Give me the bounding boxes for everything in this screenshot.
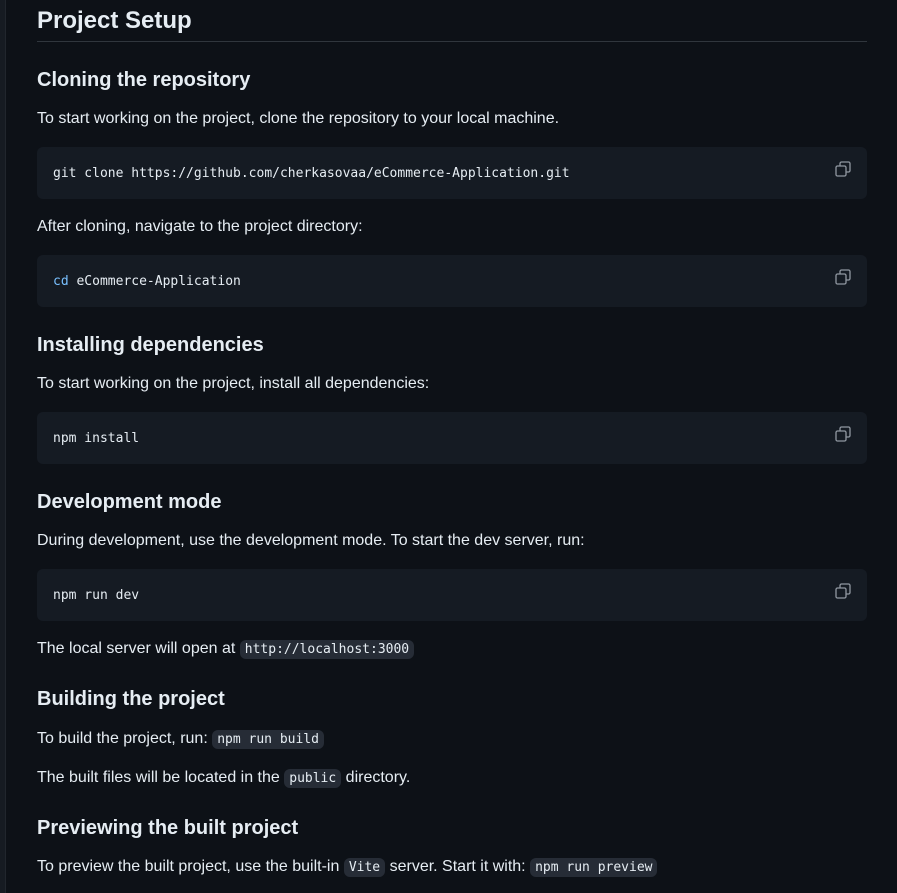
code-block-cd: cd eCommerce-Application (37, 255, 867, 307)
building-located: The built files will be located in the p… (37, 766, 410, 791)
server-text: The local server will open at (37, 640, 240, 657)
copy-button[interactable] (835, 426, 851, 442)
vite-code: Vite (343, 858, 386, 877)
heading-installing: Installing dependencies (37, 334, 264, 356)
build-text: To build the project, run: (37, 730, 213, 747)
copy-icon (835, 583, 851, 599)
heading-development: Development mode (37, 491, 222, 513)
cloning-after: After cloning, navigate to the project d… (37, 218, 363, 235)
building-run: To build the project, run: npm run build (37, 727, 324, 752)
copy-button[interactable] (835, 583, 851, 599)
left-border (0, 0, 6, 893)
code-block-install: npm install (37, 412, 867, 464)
copy-icon (835, 161, 851, 177)
copy-button[interactable] (835, 269, 851, 285)
code-install: npm install (53, 430, 140, 446)
code-block-dev: npm run dev (37, 569, 867, 621)
previewing-text: To preview the built project, use the bu… (37, 855, 658, 880)
heading-previewing: Previewing the built project (37, 817, 299, 839)
located-before: The built files will be located in the (37, 769, 285, 786)
build-cmd: npm run build (212, 730, 324, 749)
code-cd-keyword: cd (53, 273, 69, 289)
heading-cloning: Cloning the repository (37, 69, 251, 91)
heading-building: Building the project (37, 688, 225, 710)
code-cd-arg: eCommerce-Application (68, 273, 241, 289)
preview-middle: server. Start it with: (385, 858, 531, 875)
preview-before: To preview the built project, use the bu… (37, 858, 344, 875)
cloning-intro: To start working on the project, clone t… (37, 110, 560, 127)
copy-button[interactable] (835, 161, 851, 177)
located-dir: public (284, 769, 342, 788)
development-server: The local server will open at http://loc… (37, 637, 415, 662)
located-after: directory. (341, 769, 411, 786)
code-block-clone: git clone https://github.com/cherkasovaa… (37, 147, 867, 199)
page-title: Project Setup (37, 0, 867, 42)
copy-icon (835, 269, 851, 285)
code-cd: cd eCommerce-Application (53, 274, 241, 289)
development-intro: During development, use the development … (37, 532, 585, 549)
copy-icon (835, 426, 851, 442)
server-url: http://localhost:3000 (239, 640, 415, 659)
preview-cmd: npm run preview (530, 858, 658, 877)
code-dev: npm run dev (53, 587, 140, 603)
installing-intro: To start working on the project, install… (37, 375, 430, 392)
code-clone: git clone https://github.com/cherkasovaa… (53, 165, 570, 181)
